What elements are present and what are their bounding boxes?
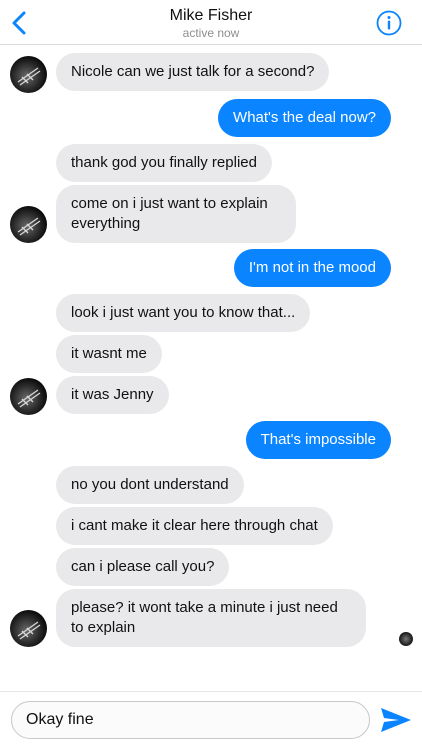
contact-avatar[interactable] [10,378,47,415]
contact-avatar[interactable] [10,56,47,93]
message-bubble-outgoing[interactable]: That's impossible [245,421,391,459]
presence-status: active now [182,26,240,40]
message-input[interactable]: Okay fine [11,701,370,739]
message-bubble-incoming[interactable]: it wasnt me [56,335,162,373]
contact-header[interactable]: Mike Fisher active now [0,6,422,40]
message-bubble-incoming[interactable]: Nicole can we just talk for a second? [56,53,330,91]
message-bubble-incoming[interactable]: can i please call you? [56,548,230,586]
message-bubble-outgoing[interactable]: I'm not in the mood [233,249,391,287]
message-bubble-incoming[interactable]: thank god you finally replied [56,144,272,182]
message-bubble-incoming[interactable]: it was Jenny [56,376,169,414]
message-bubble-incoming[interactable]: come on i just want to explain everythin… [56,185,296,243]
chat-header: Mike Fisher active now [0,0,422,45]
message-bubble-incoming[interactable]: i cant make it clear here through chat [56,507,333,545]
message-bubble-incoming[interactable]: look i just want you to know that... [56,294,311,332]
contact-avatar[interactable] [10,206,47,243]
contact-avatar[interactable] [10,610,47,647]
info-button[interactable] [376,10,402,36]
info-icon [376,10,402,36]
send-button[interactable] [379,705,413,735]
message-bubble-incoming[interactable]: please? it wont take a minute i just nee… [56,589,366,647]
seen-receipt-avatar [399,632,413,646]
contact-name: Mike Fisher [169,7,253,24]
send-icon [381,708,411,732]
message-bubble-incoming[interactable]: no you dont understand [56,466,244,504]
message-bubble-outgoing[interactable]: What's the deal now? [218,99,391,137]
message-composer: Okay fine [0,691,422,750]
